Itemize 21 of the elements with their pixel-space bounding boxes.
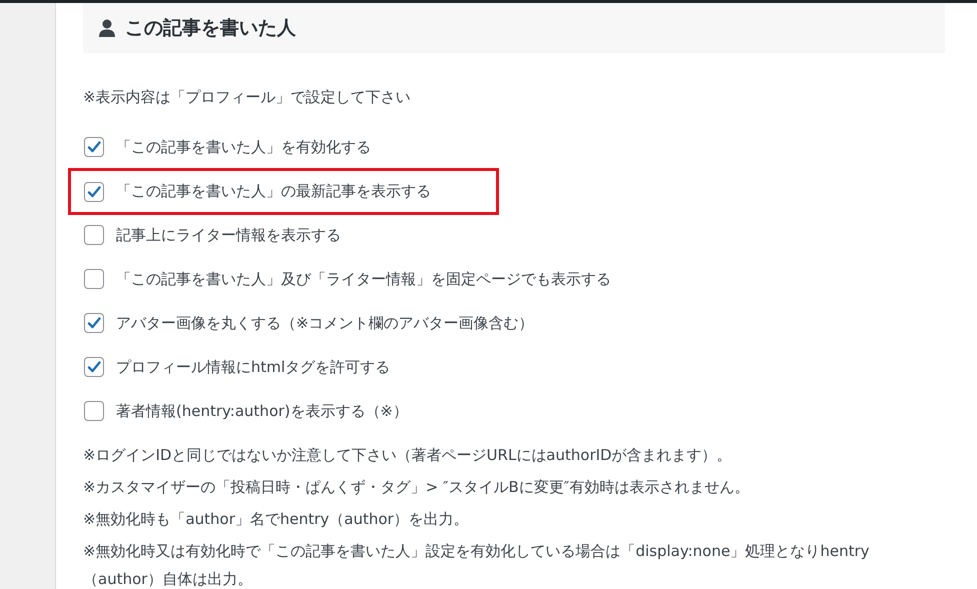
checkbox-label[interactable]: 記事上にライター情報を表示する — [116, 226, 341, 244]
section-title: この記事を書いた人 — [125, 16, 296, 41]
checkbox[interactable] — [84, 313, 104, 333]
checkbox[interactable] — [84, 269, 104, 289]
note-text: ※無効化時も「author」名でhentry（author）を出力。 — [83, 509, 470, 530]
checkbox[interactable] — [84, 225, 104, 245]
checkbox-label[interactable]: アバター画像を丸くする（※コメント欄のアバター画像含む） — [116, 314, 534, 332]
checkbox-label[interactable]: 「この記事を書いた人」を有効化する — [116, 138, 371, 156]
checkbox[interactable] — [84, 401, 104, 421]
checkbox-label[interactable]: 「この記事を書いた人」及び「ライター情報」を固定ページでも表示する — [116, 270, 611, 288]
checkbox-label[interactable]: プロフィール情報にhtmlタグを許可する — [116, 358, 390, 376]
checkbox[interactable] — [84, 182, 104, 202]
note-text: ※ログインIDと同じではないか注意して下さい（著者ページURLにはauthorIDが含まれます）。 — [83, 445, 733, 466]
person-icon — [99, 19, 115, 37]
checkbox-label[interactable]: 著者情報(hentry:author)を表示する（※） — [116, 402, 408, 420]
checkbox-label[interactable]: 「この記事を書いた人」の最新記事を表示する — [116, 182, 431, 201]
settings-note: ※表示内容は「プロフィール」で設定して下さい — [83, 87, 412, 108]
checkbox[interactable] — [84, 137, 104, 157]
note-text: ※カスタマイザーの「投稿日時・ぱんくず・タグ」> ″スタイルBに変更″有効時は表示されません。 — [83, 477, 750, 498]
note-text: ※無効化時又は有効化時で「この記事を書いた人」設定を有効化している場合は「display:none」処理となりhentry（author）自体は出力。 — [83, 541, 870, 589]
checkbox[interactable] — [84, 357, 104, 377]
